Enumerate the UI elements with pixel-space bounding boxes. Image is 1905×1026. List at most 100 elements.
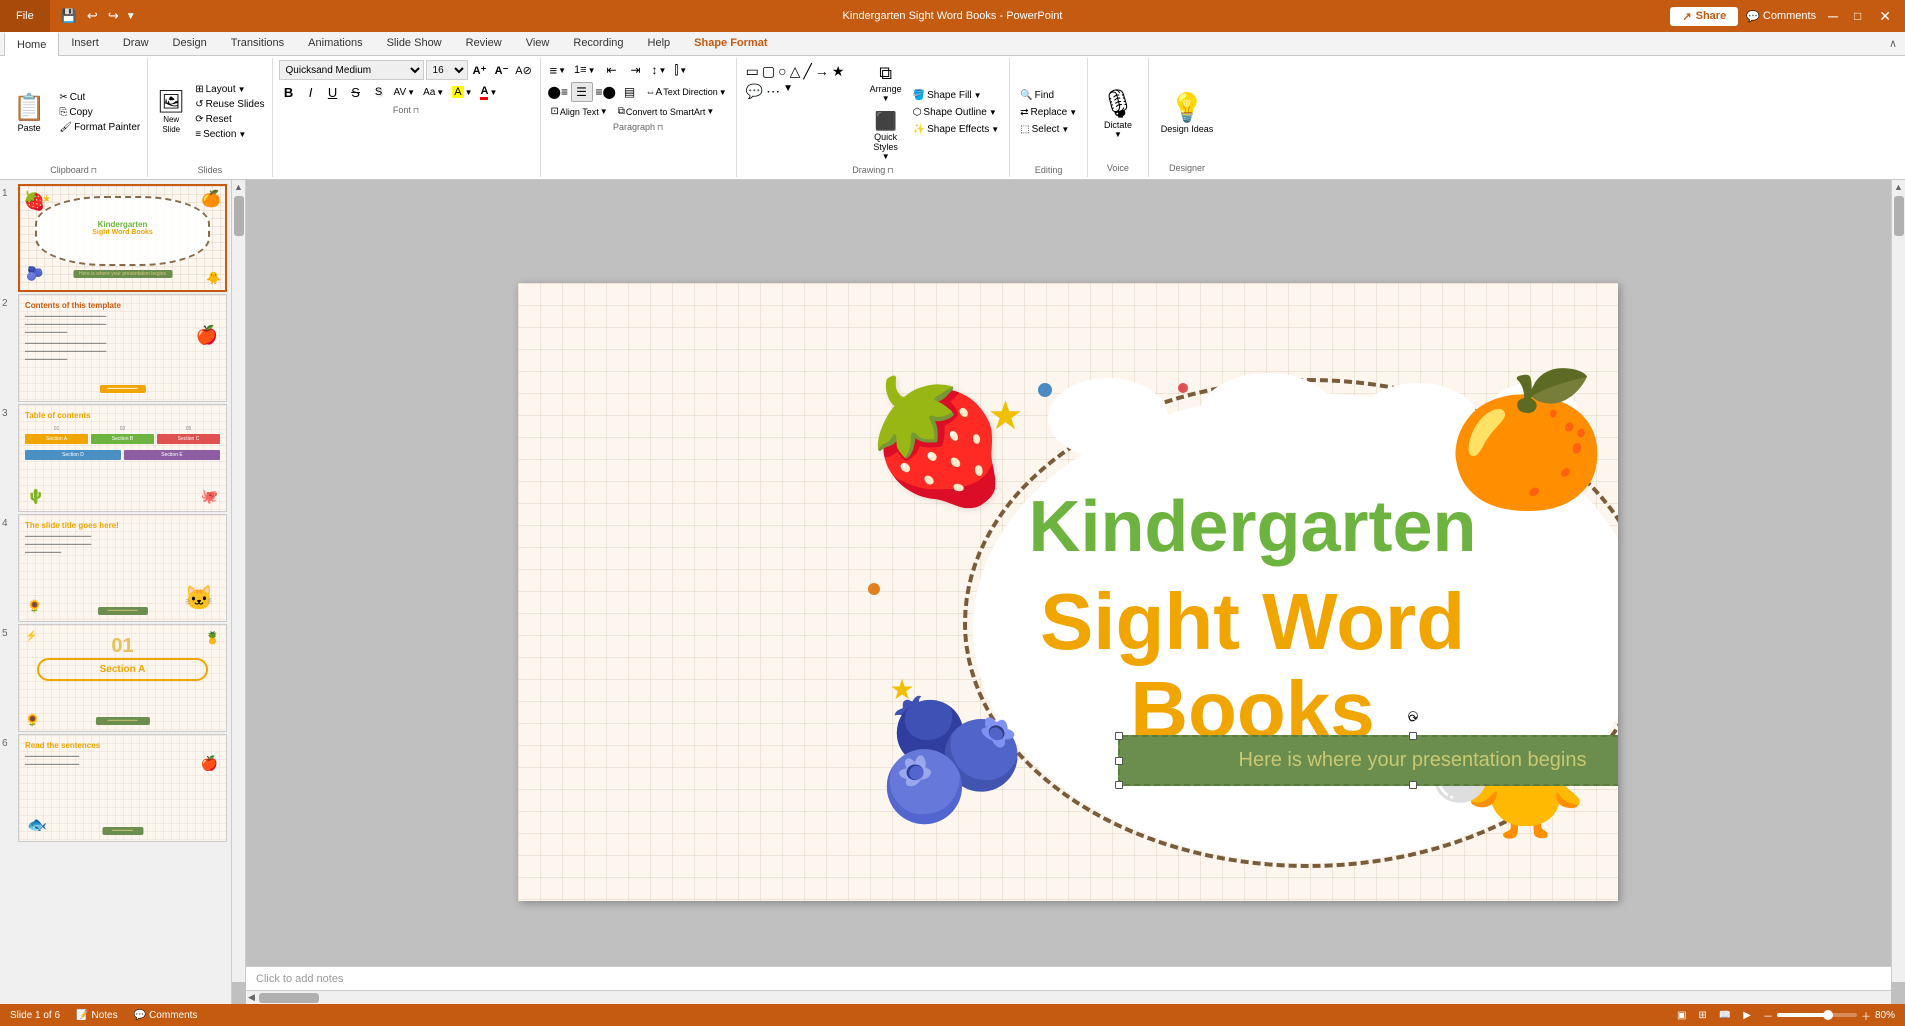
shapes-more-icon[interactable]: ⋯ — [765, 82, 781, 101]
select-button[interactable]: ⬚ Select ▼ — [1016, 122, 1081, 137]
text-direction-button[interactable]: ⇔A Text Direction ▼ — [643, 85, 730, 100]
handle-bl[interactable] — [1115, 781, 1123, 789]
shape-outline-button[interactable]: ⬡ Shape Outline ▼ — [909, 105, 1003, 120]
line-spacing-button[interactable]: ↕ ▼ — [649, 61, 670, 79]
font-name-select[interactable]: Quicksand Medium — [279, 60, 424, 80]
file-tab[interactable]: File — [0, 0, 50, 32]
view-reading-btn[interactable]: 📖 — [1719, 1010, 1731, 1021]
zoom-in-btn[interactable]: ＋ — [1861, 1008, 1871, 1023]
handle-bc[interactable] — [1409, 781, 1417, 789]
slide-thumbnail-4[interactable]: 4 The slide title goes here! ━━━━━━━━━━━… — [2, 514, 227, 622]
rotate-handle[interactable]: ⟳ — [1408, 711, 1418, 721]
reset-button[interactable]: ⟳ Reset — [192, 113, 267, 126]
redo-icon[interactable]: ↪ — [105, 6, 122, 26]
justify-button[interactable]: ▤ — [619, 82, 641, 102]
numbering-button[interactable]: 1≡ ▼ — [571, 62, 598, 78]
save-icon[interactable]: 💾 — [58, 6, 80, 26]
share-button[interactable]: ↗ Share — [1670, 7, 1738, 26]
ribbon-collapse-btn[interactable]: ∧ — [1881, 32, 1905, 55]
find-button[interactable]: 🔍 Find — [1016, 88, 1081, 103]
align-center-button[interactable]: ☰ — [571, 82, 593, 102]
shape-rect-icon[interactable]: ▭ — [745, 62, 760, 81]
drawing-expand-icon[interactable]: ⊓ — [887, 166, 893, 175]
slide-thumbnail-2[interactable]: 2 Contents of this template ━━━━━━━━━━━━… — [2, 294, 227, 402]
font-expand-icon[interactable]: ⊓ — [413, 106, 419, 115]
tab-transitions[interactable]: Transitions — [219, 32, 296, 55]
font-color-button[interactable]: A ▼ — [477, 83, 500, 102]
shape-effects-button[interactable]: ✨ Shape Effects ▼ — [909, 122, 1003, 137]
shape-rounded-icon[interactable]: ▢ — [761, 62, 776, 81]
tab-draw[interactable]: Draw — [111, 32, 161, 55]
shadow-button[interactable]: S — [369, 82, 389, 102]
bullets-button[interactable]: ≡ ▼ — [547, 61, 570, 80]
tab-view[interactable]: View — [514, 32, 562, 55]
tab-recording[interactable]: Recording — [561, 32, 635, 55]
tab-help[interactable]: Help — [636, 32, 683, 55]
arrange-button[interactable]: ⧉ Arrange ▼ — [865, 60, 907, 106]
shape-fill-button[interactable]: 🪣 Shape Fill ▼ — [909, 88, 1003, 103]
slide-thumbnail-6[interactable]: 6 Read the sentences 🐟 ━━━━━━━ 🍎 ━━━━━━━… — [2, 734, 227, 842]
italic-button[interactable]: I — [301, 82, 321, 102]
zoom-slider[interactable] — [1777, 1013, 1857, 1017]
slide-thumbnail-3[interactable]: 3 Table of contents 01 02 05 Section A S… — [2, 404, 227, 512]
shape-callout-icon[interactable]: 💬 — [745, 82, 764, 101]
increase-font-size-button[interactable]: A⁺ — [470, 60, 490, 80]
clear-format-button[interactable]: A⊘ — [514, 60, 534, 80]
zoom-thumb[interactable] — [1823, 1010, 1833, 1020]
font-size-select[interactable]: 16 — [426, 60, 468, 80]
shape-arrow-icon[interactable]: → — [814, 62, 830, 81]
bold-button[interactable]: B — [279, 82, 299, 102]
close-button[interactable]: ✕ — [1873, 8, 1897, 25]
comments-button[interactable]: 💬 Comments — [1746, 10, 1816, 23]
tab-home[interactable]: Home — [4, 32, 59, 56]
section-button[interactable]: ≡ Section ▼ — [192, 128, 267, 141]
scroll-left-btn[interactable]: ◀ — [248, 992, 255, 1003]
shapes-scroll-down-icon[interactable]: ▼ — [782, 82, 794, 101]
slide-thumbnail-5[interactable]: 5 01 Section A ━━━━━━━━━━ 🌻 🍍 ⚡ — [2, 624, 227, 732]
maximize-button[interactable]: □ — [1850, 9, 1865, 23]
shape-line-icon[interactable]: ╱ — [802, 62, 812, 81]
underline-button[interactable]: U — [323, 82, 343, 102]
layout-button[interactable]: ⊞ Layout ▼ — [192, 83, 267, 96]
decrease-indent-button[interactable]: ⇤ — [601, 60, 623, 80]
notes-status-btn[interactable]: 📝 Notes — [76, 1010, 118, 1021]
comments-status-btn[interactable]: 💬 Comments — [134, 1010, 198, 1021]
vertical-scroll-thumb[interactable] — [234, 196, 244, 236]
clipboard-expand-icon[interactable]: ⊓ — [91, 166, 97, 175]
quick-styles-button[interactable]: ⬛ Quick Styles ▼ — [865, 108, 907, 164]
subtitle-textbox[interactable]: ⟳ Here is where your presentation begins — [1118, 735, 1618, 786]
cut-button[interactable]: ✂ Cut — [56, 91, 143, 104]
view-slideshow-btn[interactable]: ▶ — [1743, 1010, 1751, 1021]
replace-button[interactable]: ⇄ Replace ▼ — [1016, 105, 1081, 120]
handle-ml[interactable] — [1115, 757, 1123, 765]
view-normal-btn[interactable]: ▣ — [1677, 1010, 1686, 1021]
design-ideas-button[interactable]: 💡 Design Ideas — [1157, 62, 1218, 163]
slide-thumbnail-1[interactable]: 1 Kindergarten Sight Word Books Here is … — [2, 184, 227, 292]
copy-button[interactable]: ⎘ Copy — [56, 106, 143, 119]
right-scroll-up-btn[interactable]: ▲ — [1894, 182, 1903, 192]
notes-bar[interactable]: Click to add notes — [246, 966, 1891, 990]
columns-button[interactable]: ⫿ ▼ — [671, 61, 690, 80]
strikethrough-button[interactable]: S — [345, 82, 367, 102]
align-left-button[interactable]: ⬤≡ — [547, 82, 569, 102]
align-text-button[interactable]: ⊡ Align Text ▼ — [547, 104, 612, 119]
increase-indent-button[interactable]: ⇥ — [625, 60, 647, 80]
horizontal-scroll-thumb[interactable] — [259, 993, 319, 1003]
handle-tc[interactable] — [1409, 732, 1417, 740]
new-slide-button[interactable]: 🖼 NewSlide — [152, 87, 190, 136]
shape-circle-icon[interactable]: ○ — [777, 62, 787, 81]
tab-design[interactable]: Design — [161, 32, 219, 55]
shape-star-icon[interactable]: ★ — [831, 62, 846, 81]
tab-review[interactable]: Review — [454, 32, 514, 55]
right-vertical-scroll-thumb[interactable] — [1894, 196, 1904, 236]
handle-tl[interactable] — [1115, 732, 1123, 740]
scroll-up-btn[interactable]: ▲ — [234, 182, 243, 192]
reuse-slides-button[interactable]: ↺ Reuse Slides — [192, 98, 267, 111]
align-right-button[interactable]: ≡⬤ — [595, 82, 617, 102]
character-spacing-button[interactable]: AV ▼ — [391, 85, 419, 100]
shape-triangle-icon[interactable]: △ — [789, 62, 802, 81]
tab-animations[interactable]: Animations — [296, 32, 374, 55]
format-painter-button[interactable]: 🖌 Format Painter — [56, 121, 143, 134]
tab-insert[interactable]: Insert — [59, 32, 111, 55]
change-case-button[interactable]: Aa ▼ — [420, 85, 447, 100]
